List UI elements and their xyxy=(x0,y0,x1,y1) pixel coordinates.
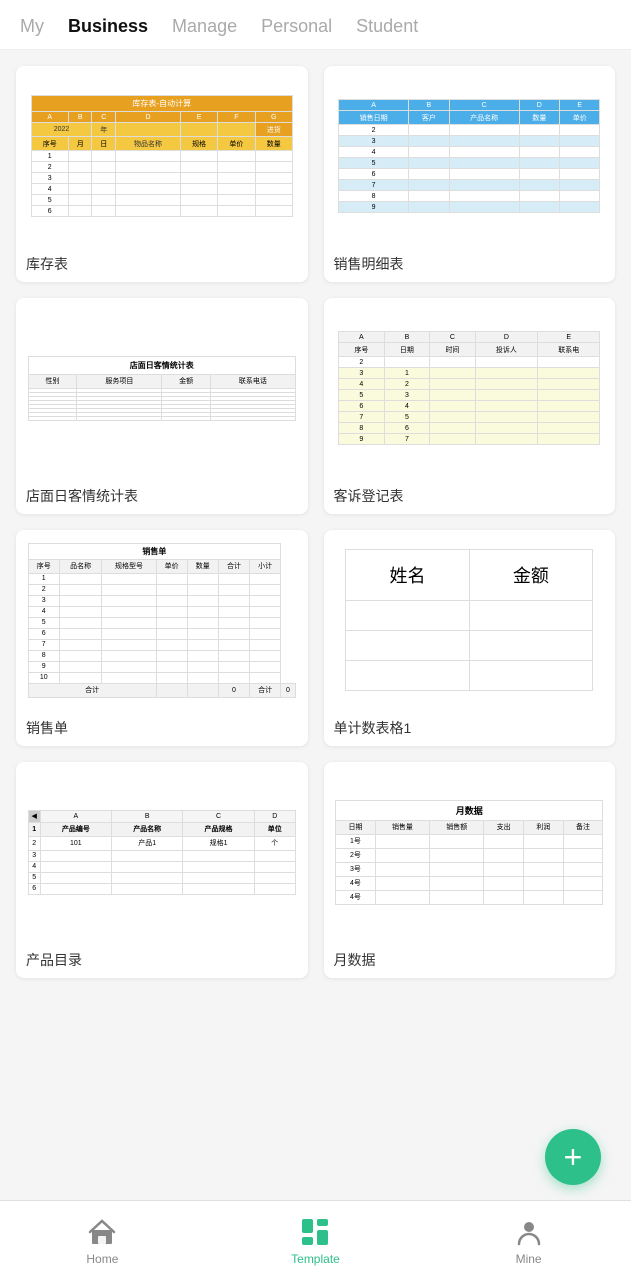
nav-my[interactable]: My xyxy=(20,16,44,37)
home-icon xyxy=(86,1216,118,1248)
card-sales-detail[interactable]: ABCDE 销售日期客户产品名称数量单价 2 3 4 5 6 7 8 xyxy=(324,66,616,282)
template-label: Template xyxy=(291,1252,340,1266)
mine-label: Mine xyxy=(516,1252,542,1266)
nav-business[interactable]: Business xyxy=(68,16,148,37)
preview-product: ◀ ABCD 1 产品编号产品名称产品规格单位 2101产品1规格1个 3 xyxy=(16,762,308,942)
nav-template-button[interactable]: Template xyxy=(291,1216,340,1266)
card-inventory[interactable]: 库存表-自动计算 ABCDEFG 2022 年 进货 xyxy=(16,66,308,282)
template-icon xyxy=(299,1216,331,1248)
label-product: 产品目录 xyxy=(16,942,308,978)
main-content: 库存表-自动计算 ABCDEFG 2022 年 进货 xyxy=(0,50,631,1078)
template-grid: 库存表-自动计算 ABCDEFG 2022 年 进货 xyxy=(16,66,615,978)
label-inventory: 库存表 xyxy=(16,246,308,282)
preview-customer-stats: 店面日客情统计表 性别服务项目金额联系电话 xyxy=(16,298,308,478)
card-product[interactable]: ◀ ABCD 1 产品编号产品名称产品规格单位 2101产品1规格1个 3 xyxy=(16,762,308,978)
preview-count-table: 姓名 金额 xyxy=(324,530,616,710)
label-month-data: 月数据 xyxy=(324,942,616,978)
preview-month-data: 月数据 日期销售量销售额支出利润备注 1号 2号 3号 4号 4号 xyxy=(324,762,616,942)
label-count-table: 单计数表格1 xyxy=(324,710,616,746)
label-customer-stats: 店面日客情统计表 xyxy=(16,478,308,514)
card-sales-invoice[interactable]: 销售单 序号品名称规格型号单价数量合计小计 1 2 3 4 5 6 7 xyxy=(16,530,308,746)
plus-icon: + xyxy=(564,1141,583,1173)
nav-mine-button[interactable]: Mine xyxy=(513,1216,545,1266)
nav-student[interactable]: Student xyxy=(356,16,418,37)
home-label: Home xyxy=(86,1252,118,1266)
top-navigation: My Business Manage Personal Student xyxy=(0,0,631,50)
preview-sales-detail: ABCDE 销售日期客户产品名称数量单价 2 3 4 5 6 7 8 xyxy=(324,66,616,246)
bottom-navigation: Home Template Mine xyxy=(0,1200,631,1280)
card-count-table[interactable]: 姓名 金额 单计数表格1 xyxy=(324,530,616,746)
fab-add-button[interactable]: + xyxy=(545,1129,601,1185)
nav-home-button[interactable]: Home xyxy=(86,1216,118,1266)
card-complaint[interactable]: ABCDE 序号日期时间投诉人联系电 2 31 42 53 64 75 86 xyxy=(324,298,616,514)
label-sales-invoice: 销售单 xyxy=(16,710,308,746)
preview-complaint: ABCDE 序号日期时间投诉人联系电 2 31 42 53 64 75 86 xyxy=(324,298,616,478)
mine-icon xyxy=(513,1216,545,1248)
label-complaint: 客诉登记表 xyxy=(324,478,616,514)
label-sales-detail: 销售明细表 xyxy=(324,246,616,282)
card-customer-stats[interactable]: 店面日客情统计表 性别服务项目金额联系电话 xyxy=(16,298,308,514)
preview-sales-invoice: 销售单 序号品名称规格型号单价数量合计小计 1 2 3 4 5 6 7 xyxy=(16,530,308,710)
card-month-data[interactable]: 月数据 日期销售量销售额支出利润备注 1号 2号 3号 4号 4号 xyxy=(324,762,616,978)
nav-personal[interactable]: Personal xyxy=(261,16,332,37)
preview-inventory: 库存表-自动计算 ABCDEFG 2022 年 进货 xyxy=(16,66,308,246)
nav-manage[interactable]: Manage xyxy=(172,16,237,37)
